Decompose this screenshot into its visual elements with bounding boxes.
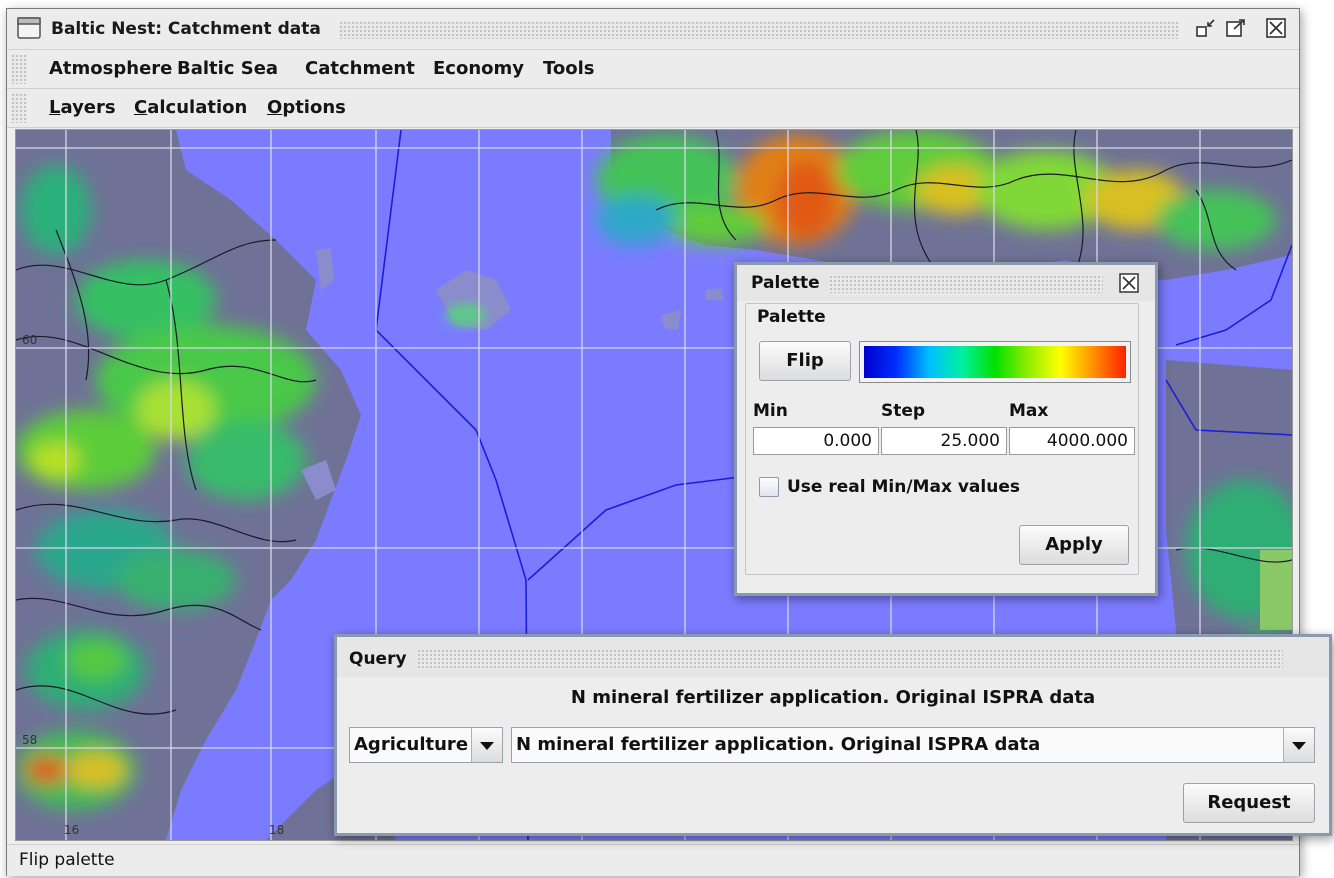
min-label: Min <box>753 401 788 421</box>
heat-island <box>446 303 486 327</box>
menu-tools[interactable]: Tools <box>543 58 595 79</box>
dataset-select[interactable]: N mineral fertilizer application. Origin… <box>511 727 1315 763</box>
query-title-bar[interactable]: Query <box>337 637 1329 677</box>
menu-baltic-sea[interactable]: Baltic Sea <box>177 58 278 79</box>
use-real-minmax-label[interactable]: Use real Min/Max values <box>787 477 1020 497</box>
dataset-value: N mineral fertilizer application. Origin… <box>516 734 1041 755</box>
palette-title: Palette <box>751 273 820 293</box>
menubar-grip <box>11 93 27 123</box>
apply-button[interactable]: Apply <box>1019 525 1129 565</box>
menu-atmosphere[interactable]: Atmosphere <box>49 58 172 79</box>
menu-calculation[interactable]: Calculation <box>134 97 247 118</box>
palette-title-bar[interactable]: Palette <box>737 265 1155 301</box>
menu-options[interactable]: Options <box>267 97 346 118</box>
color-gradient-preview <box>859 341 1131 383</box>
palette-dialog: Palette Palette Flip Min Step Max 0.000 … <box>734 262 1158 596</box>
max-field[interactable]: 4000.000 <box>1009 427 1135 455</box>
query-dialog: Query N mineral fertilizer application. … <box>334 634 1332 836</box>
category-value: Agriculture <box>354 734 469 755</box>
window-title: Baltic Nest: Catchment data <box>51 19 321 39</box>
menu-economy[interactable]: Economy <box>433 58 524 79</box>
lon-label-18: 18 <box>269 823 284 837</box>
close-icon[interactable] <box>1265 17 1287 39</box>
request-button[interactable]: Request <box>1183 783 1315 823</box>
lat-label-58: 58 <box>22 733 37 747</box>
query-heading: N mineral fertilizer application. Origin… <box>570 687 1096 708</box>
status-text: Flip palette <box>19 850 115 870</box>
minimize-icon[interactable] <box>1195 17 1217 39</box>
title-bar[interactable]: Baltic Nest: Catchment data <box>7 9 1299 50</box>
menu-layers[interactable]: Layers <box>49 97 116 118</box>
title-grip <box>417 649 1283 669</box>
status-bar: Flip palette <box>7 844 1299 876</box>
menu-catchment[interactable]: Catchment <box>305 58 415 79</box>
chevron-down-icon[interactable] <box>1283 728 1314 762</box>
lon-label-16: 16 <box>64 823 79 837</box>
main-menu-bar: Atmosphere Baltic Sea Catchment Economy … <box>7 50 1299 89</box>
window-icon <box>17 17 41 39</box>
close-icon[interactable] <box>1119 273 1139 293</box>
flip-button[interactable]: Flip <box>759 341 851 381</box>
maximize-icon[interactable] <box>1225 17 1247 39</box>
step-field[interactable]: 25.000 <box>881 427 1007 455</box>
menubar-grip <box>11 54 27 84</box>
title-grip <box>339 21 1179 39</box>
step-label: Step <box>881 401 926 421</box>
secondary-menu-bar: Layers Calculation Options <box>7 89 1299 128</box>
use-real-minmax-checkbox[interactable] <box>759 477 779 497</box>
palette-group-label: Palette <box>753 307 830 327</box>
category-select[interactable]: Agriculture <box>349 727 503 763</box>
query-title: Query <box>349 649 407 669</box>
title-grip <box>829 275 1103 293</box>
island <box>706 288 724 300</box>
max-label: Max <box>1009 401 1049 421</box>
min-field[interactable]: 0.000 <box>753 427 879 455</box>
lat-label-60: 60 <box>22 333 37 347</box>
chevron-down-icon[interactable] <box>471 728 502 762</box>
